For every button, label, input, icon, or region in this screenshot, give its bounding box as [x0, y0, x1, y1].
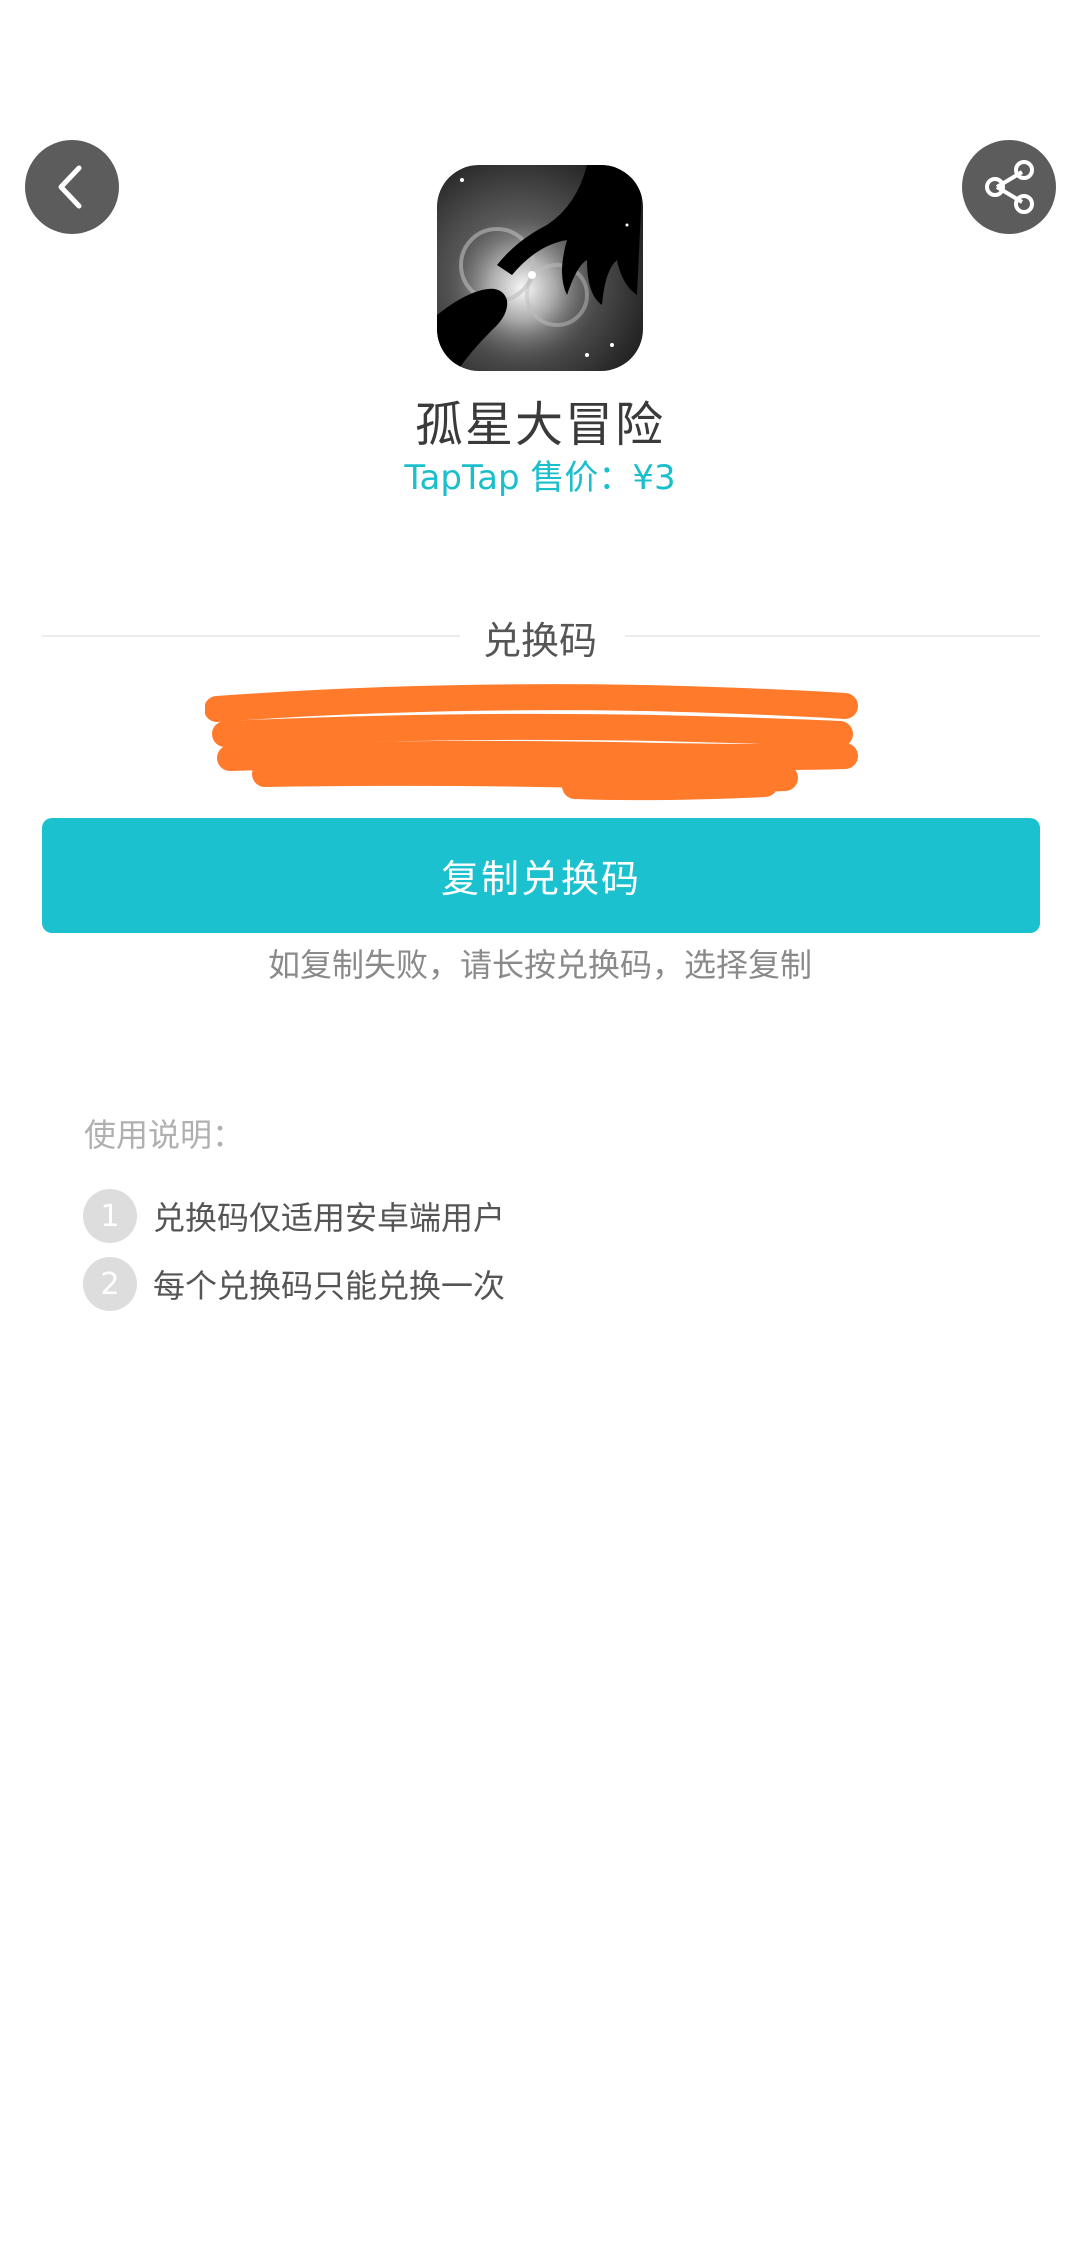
instruction-item: 1 兑换码仅适用安卓端用户: [83, 1188, 505, 1244]
instruction-item: 2 每个兑换码只能兑换一次: [83, 1256, 505, 1312]
chevron-left-icon: [58, 165, 82, 209]
share-icon: [985, 160, 1034, 214]
share-button[interactable]: [962, 140, 1056, 234]
instruction-text: 兑换码仅适用安卓端用户: [153, 1199, 506, 1237]
copy-code-button[interactable]: 复制兑换码: [42, 818, 1040, 933]
instruction-text: 每个兑换码只能兑换一次: [153, 1267, 506, 1305]
redeem-code-redacted[interactable]: [204, 676, 865, 801]
app-icon: [437, 165, 643, 371]
app-title: 孤星大冒险: [414, 397, 665, 453]
redeem-code-label: 兑换码: [482, 619, 597, 663]
number-badge: 2: [83, 1257, 137, 1311]
back-button[interactable]: [25, 140, 119, 234]
app-price: TapTap 售价：¥3: [404, 458, 676, 498]
copy-hint: 如复制失败，请长按兑换码，选择复制: [267, 946, 812, 984]
instructions-title: 使用说明：: [84, 1116, 245, 1154]
number-badge: 1: [83, 1189, 137, 1243]
